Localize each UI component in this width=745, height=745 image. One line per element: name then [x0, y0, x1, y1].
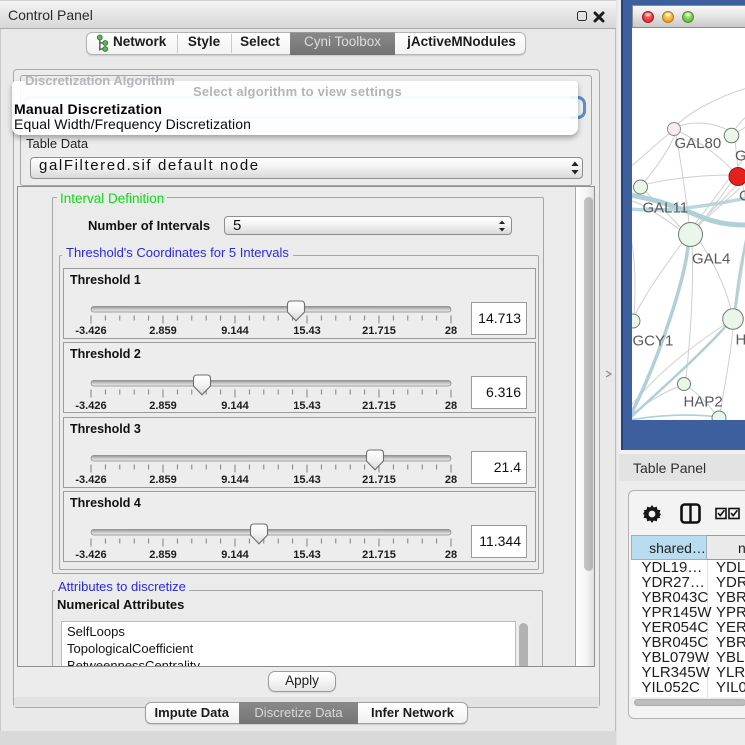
svg-text:GAL4: GAL4 [692, 251, 730, 268]
svg-text:GAL80: GAL80 [675, 135, 722, 152]
svg-text:GCY1: GCY1 [633, 333, 674, 350]
svg-text:GA: GA [735, 148, 745, 165]
svg-text:GAL11: GAL11 [643, 200, 689, 217]
svg-text:H: H [736, 332, 745, 349]
svg-text:CY: CY [739, 188, 745, 205]
svg-text:HAP2: HAP2 [684, 394, 723, 411]
